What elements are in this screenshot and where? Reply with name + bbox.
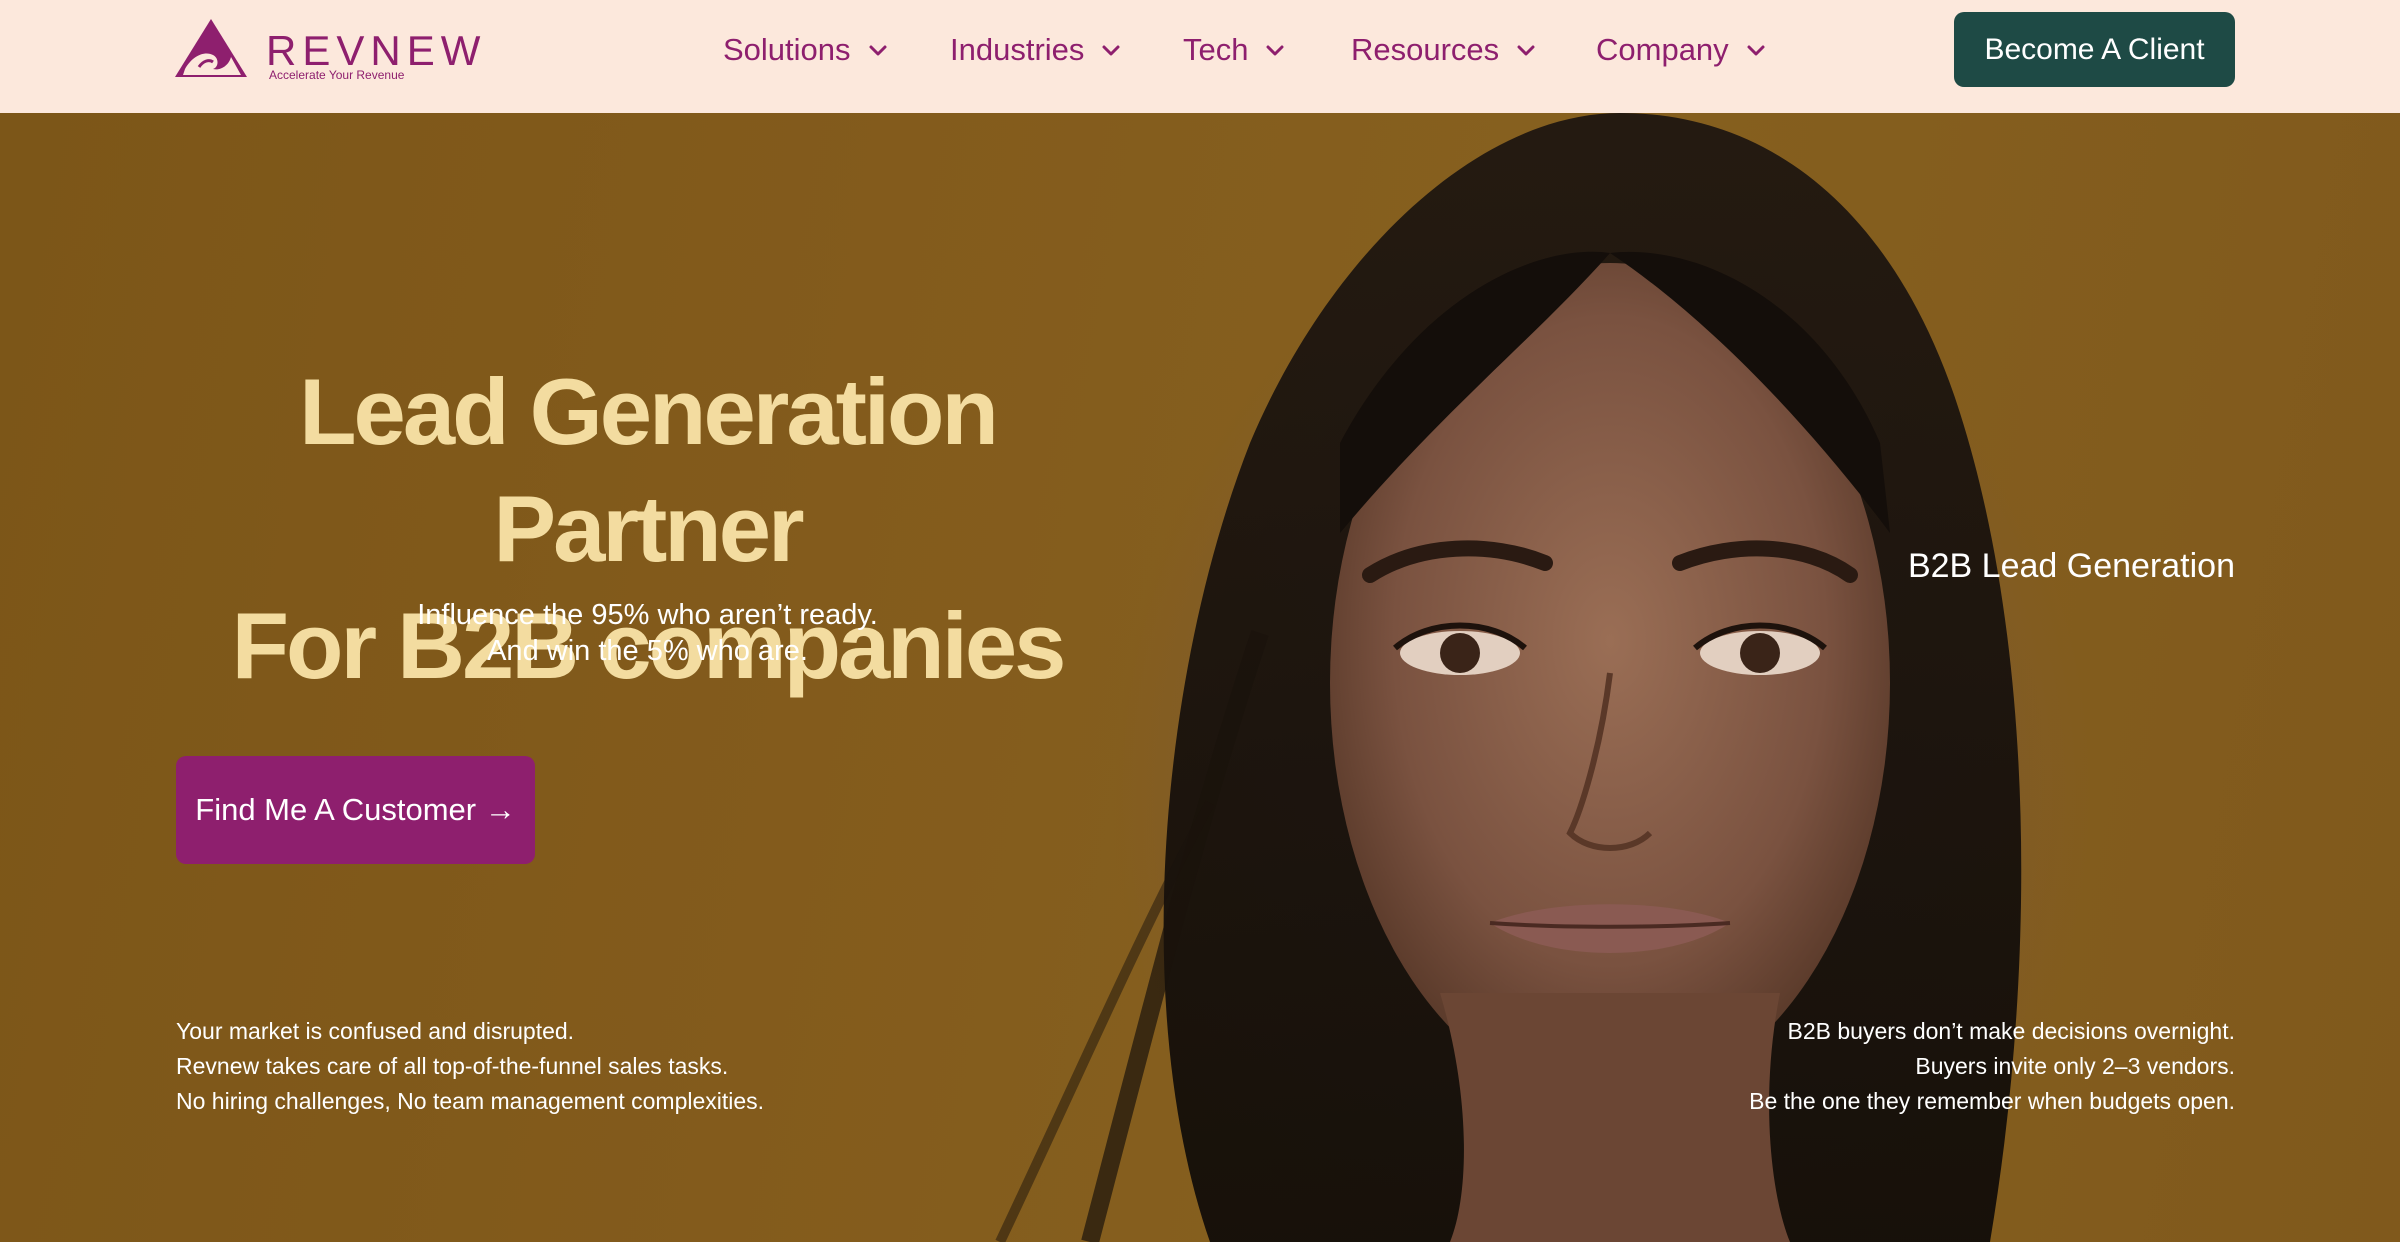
nav-solutions[interactable]: Solutions (723, 28, 889, 72)
hero-subline: Influence the 95% who aren’t ready. And … (175, 597, 1120, 669)
chevron-down-icon (1747, 45, 1765, 56)
b2b-lead-generation-label: B2B Lead Generation (1907, 547, 2235, 585)
right-line: Buyers invite only 2–3 vendors. (1915, 1053, 2235, 1079)
left-line: No hiring challenges, No team management… (176, 1088, 765, 1114)
subline-line-1: Influence the 95% who aren’t ready. (417, 599, 878, 631)
nav-industries[interactable]: Industries (950, 28, 1122, 72)
chevron-down-icon (1266, 45, 1284, 56)
wave-triangle-logo-icon (175, 19, 247, 77)
subline-line-2: And win the 5% who are. (487, 635, 808, 667)
left-line: Revnew takes care of all top-of-the-funn… (176, 1053, 729, 1079)
nav-label: Resources (1351, 32, 1500, 67)
right-line: Be the one they remember when budgets op… (1749, 1088, 2235, 1114)
nav-label: Industries (950, 32, 1085, 67)
right-paragraph: B2B buyers don’t make decisions overnigh… (1749, 1014, 2235, 1119)
headline-line-1: Lead Generation Partner (299, 359, 999, 581)
logo-tagline: Accelerate Your Revenue (269, 68, 405, 82)
revnew-logo[interactable]: REVNEW Accelerate Your Revenue (175, 17, 480, 83)
chevron-down-icon (1102, 45, 1120, 56)
left-line: Your market is confused and disrupted. (176, 1018, 575, 1044)
nav-resources[interactable]: Resources (1351, 28, 1537, 72)
chevron-down-icon (1517, 45, 1535, 56)
site-header: REVNEW Accelerate Your Revenue Solutions… (0, 0, 2400, 113)
find-me-a-customer-button[interactable]: Find Me A Customer → (176, 756, 535, 864)
right-line: B2B buyers don’t make decisions overnigh… (1787, 1018, 2235, 1044)
nav-tech[interactable]: Tech (1183, 28, 1286, 72)
nav-company[interactable]: Company (1596, 28, 1767, 72)
chevron-down-icon (869, 45, 887, 56)
nav-label: Solutions (723, 32, 851, 67)
nav-label: Company (1596, 32, 1729, 67)
become-a-client-button[interactable]: Become A Client (1954, 12, 2235, 87)
left-paragraph: Your market is confused and disrupted. R… (176, 1014, 764, 1119)
hero-section: Lead Generation Partner For B2B companie… (0, 113, 2400, 1242)
nav-label: Tech (1183, 32, 1249, 67)
